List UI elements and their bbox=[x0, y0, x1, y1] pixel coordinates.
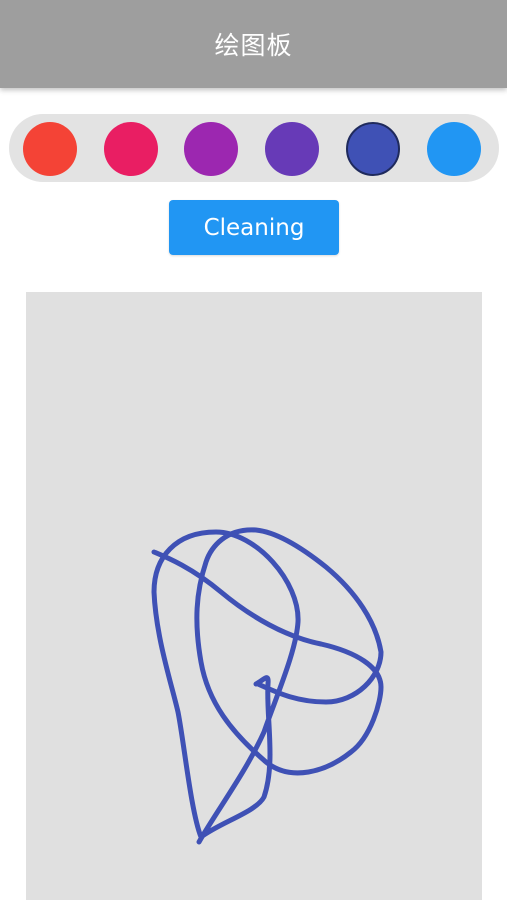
color-swatch-pink[interactable] bbox=[104, 122, 158, 176]
app-header: 绘图板 bbox=[0, 0, 507, 88]
color-swatch-deep-purple[interactable] bbox=[265, 122, 319, 176]
page-title: 绘图板 bbox=[214, 31, 293, 60]
drawing-board-app: 绘图板 Cleaning bbox=[0, 0, 507, 900]
drawn-stroke bbox=[151, 527, 384, 845]
cleaning-button[interactable]: Cleaning bbox=[169, 200, 339, 255]
drawing-canvas[interactable] bbox=[26, 292, 482, 900]
color-palette bbox=[9, 114, 499, 182]
color-swatch-indigo[interactable] bbox=[346, 122, 400, 176]
color-swatch-red[interactable] bbox=[23, 122, 77, 176]
color-swatch-purple[interactable] bbox=[184, 122, 238, 176]
drawing-surface bbox=[151, 527, 384, 845]
color-swatch-blue[interactable] bbox=[427, 122, 481, 176]
